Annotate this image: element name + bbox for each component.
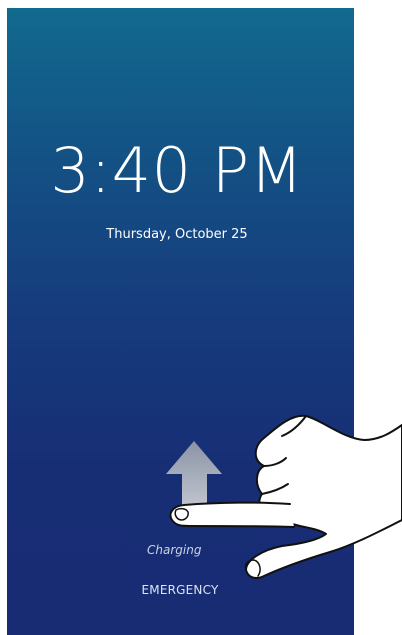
lock-screen[interactable] xyxy=(7,8,354,635)
lock-date: Thursday, October 25 xyxy=(106,227,248,242)
stage: 3:40 PM Thursday, October 25 Charging EM… xyxy=(0,0,402,635)
lock-clock: 3:40 PM xyxy=(50,134,304,207)
charging-status: Charging xyxy=(147,543,202,557)
emergency-button[interactable]: EMERGENCY xyxy=(105,577,255,603)
